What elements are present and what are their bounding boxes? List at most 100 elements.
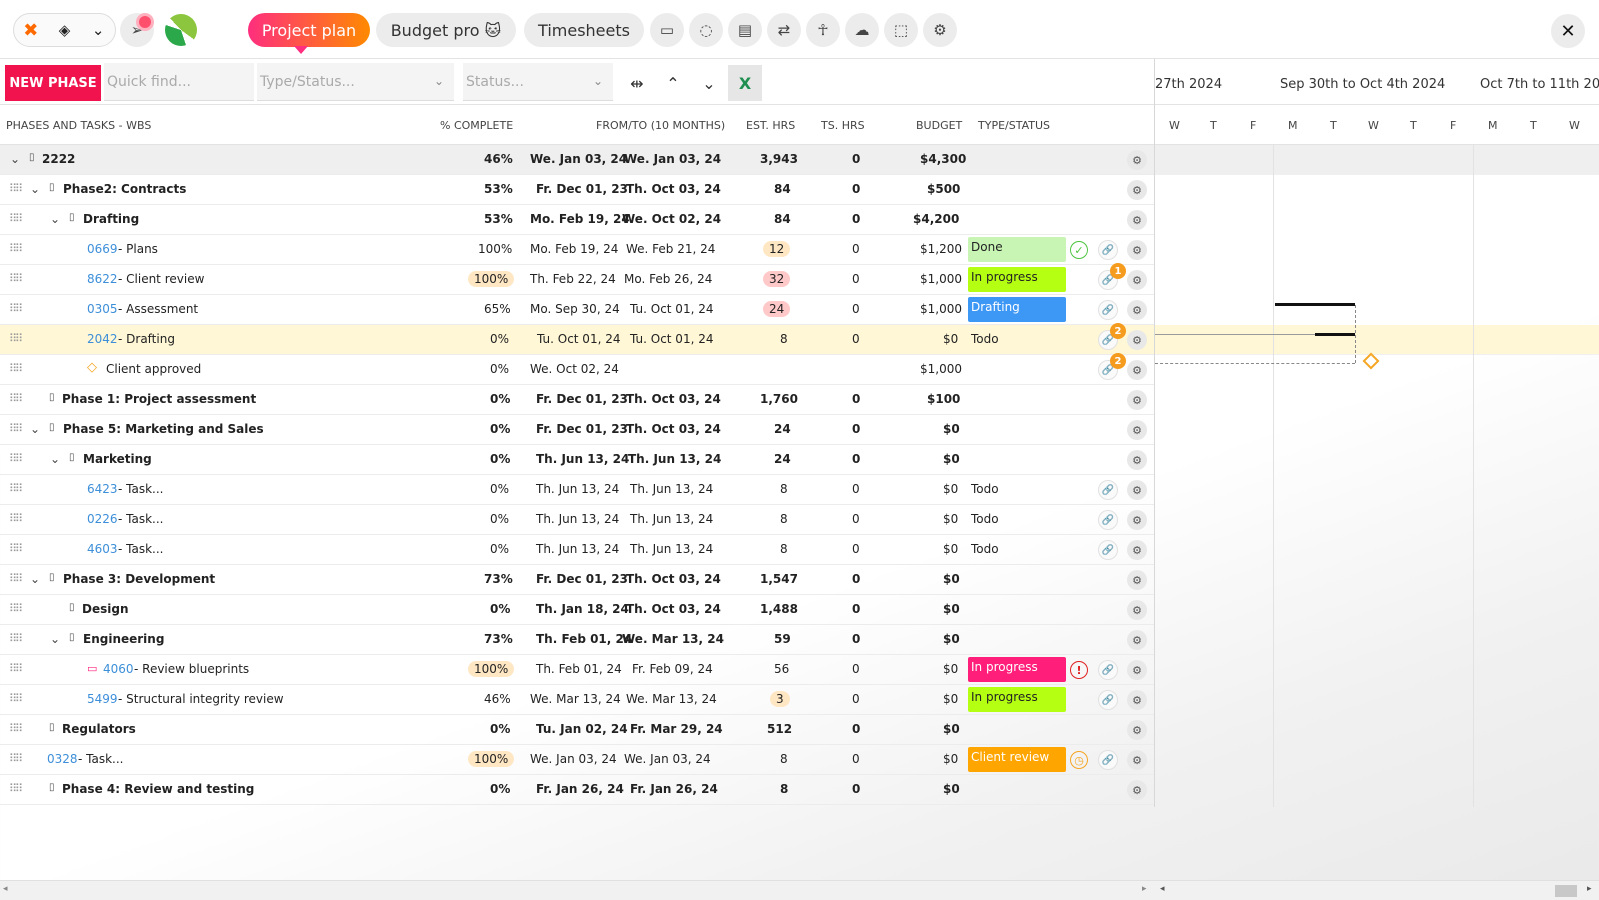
gear-icon[interactable]: ⚙ xyxy=(1127,540,1147,560)
table-row[interactable]: ⠿⠿ 4603 - Task... 0% Th. Jun 13, 24 Th. … xyxy=(0,535,1155,565)
grid-horizontal-scrollbar[interactable]: ◂ ▸ xyxy=(0,880,1155,900)
new-phase-button[interactable]: NEW PHASE xyxy=(5,65,101,101)
drag-handle-icon[interactable]: ⠿⠿ xyxy=(9,752,23,765)
close-button[interactable]: ✕ xyxy=(1551,14,1585,48)
drag-handle-icon[interactable]: ⠿⠿ xyxy=(9,182,23,195)
document-button[interactable]: ▤ xyxy=(728,13,762,47)
drag-handle-icon[interactable]: ⠿⠿ xyxy=(9,602,23,615)
drag-handle-icon[interactable]: ⠿⠿ xyxy=(9,212,23,225)
chevron-down-icon[interactable]: ⌄ xyxy=(50,212,60,226)
drag-handle-icon[interactable]: ⠿⠿ xyxy=(9,482,23,495)
gear-icon[interactable]: ⚙ xyxy=(1127,390,1147,410)
table-row[interactable]: ⠿⠿ ▯ Phase 4: Review and testing 0% Fr. … xyxy=(0,775,1155,805)
gantt-horizontal-scrollbar[interactable]: ◂ ▸ xyxy=(1155,880,1599,900)
notifications-button[interactable]: ➢ xyxy=(120,13,154,47)
col-complete[interactable]: % COMPLETE xyxy=(440,119,513,132)
accessibility-button[interactable]: ☥ xyxy=(806,13,840,47)
table-row[interactable]: ⠿⠿ ▯ Phase 1: Project assessment 0% Fr. … xyxy=(0,385,1155,415)
gear-icon[interactable]: ⚙ xyxy=(1127,690,1147,710)
quick-find-input[interactable]: Quick find... xyxy=(104,63,254,101)
col-est-hrs[interactable]: EST. HRS xyxy=(746,119,795,132)
col-budget[interactable]: BUDGET xyxy=(916,119,962,132)
table-row[interactable]: ⠿⠿ 0328 - Task... 100% We. Jan 03, 24 We… xyxy=(0,745,1155,775)
task-id-link[interactable]: 5499 xyxy=(87,692,118,706)
tab-project-plan[interactable]: Project plan xyxy=(248,13,370,54)
tab-timesheets[interactable]: Timesheets xyxy=(524,13,644,47)
gear-icon[interactable]: ⚙ xyxy=(1127,660,1147,680)
drag-handle-icon[interactable]: ⠿⠿ xyxy=(9,362,23,375)
task-id-link[interactable]: 8622 xyxy=(87,272,118,286)
drag-handle-icon[interactable]: ⠿⠿ xyxy=(9,542,23,555)
task-id-link[interactable]: 2042 xyxy=(87,332,118,346)
table-row[interactable]: ⠿⠿ 0669 - Plans 100% Mo. Feb 19, 24 We. … xyxy=(0,235,1155,265)
app-logo-icon[interactable]: ✖ xyxy=(14,13,48,47)
status-text[interactable]: Todo xyxy=(971,542,999,556)
table-row[interactable]: ⠿⠿ 8622 - Client review 100% Th. Feb 22,… xyxy=(0,263,1155,295)
status-badge[interactable]: Drafting xyxy=(968,297,1066,322)
gear-icon[interactable]: ⚙ xyxy=(1127,600,1147,620)
chevron-down-icon[interactable]: ⌄ xyxy=(81,13,115,47)
status-badge[interactable]: In progress xyxy=(968,657,1066,682)
collapse-columns-button[interactable]: ⇹ xyxy=(620,65,654,101)
gear-icon[interactable]: ⚙ xyxy=(1127,300,1147,320)
gear-icon[interactable]: ⚙ xyxy=(1127,750,1147,770)
layers-icon[interactable]: ◈ xyxy=(48,13,82,47)
scroll-right-icon[interactable]: ▸ xyxy=(1587,884,1592,894)
app-switcher[interactable]: ✖ ◈ ⌄ xyxy=(13,13,116,47)
table-row[interactable]: ⠿⠿ ⌄ ▯ Phase2: Contracts 53% Fr. Dec 01,… xyxy=(0,175,1155,205)
settings-button[interactable]: ⚙ xyxy=(923,13,957,47)
type-status-select[interactable]: Type/Status... ⌄ xyxy=(257,63,454,101)
drag-handle-icon[interactable]: ⠿⠿ xyxy=(9,302,23,315)
col-wbs[interactable]: PHASES AND TASKS - WBS xyxy=(6,119,151,132)
gear-icon[interactable]: ⚙ xyxy=(1127,720,1147,740)
swap-button[interactable]: ⇄ xyxy=(767,13,801,47)
move-down-button[interactable]: ⌄ xyxy=(692,65,726,101)
task-id-link[interactable]: 0305 xyxy=(87,302,118,316)
gear-icon[interactable]: ⚙ xyxy=(1127,240,1147,260)
table-row[interactable]: ⠿⠿ ⌄ ▯ Phase 5: Marketing and Sales 0% F… xyxy=(0,415,1155,445)
table-row[interactable]: ⠿⠿ ▯ Design 0% Th. Jan 18, 24 Th. Oct 03… xyxy=(0,595,1155,625)
status-badge[interactable]: Done xyxy=(968,237,1066,262)
scroll-left-icon[interactable]: ◂ xyxy=(3,884,8,894)
chevron-down-icon[interactable]: ⌄ xyxy=(30,182,40,196)
gear-icon[interactable]: ⚙ xyxy=(1127,180,1147,200)
gear-icon[interactable]: ⚙ xyxy=(1127,210,1147,230)
gantt-bar[interactable] xyxy=(1275,303,1355,306)
drag-handle-icon[interactable]: ⠿⠿ xyxy=(9,782,23,795)
move-up-button[interactable]: ⌃ xyxy=(656,65,690,101)
table-row[interactable]: ⠿⠿ ⌄ ▯ Drafting 53% Mo. Feb 19, 24 We. O… xyxy=(0,205,1155,235)
status-select[interactable]: Status... ⌄ xyxy=(463,63,613,101)
gantt-bar[interactable] xyxy=(1315,333,1355,336)
chevron-down-icon[interactable]: ⌄ xyxy=(30,422,40,436)
status-text[interactable]: Todo xyxy=(971,332,999,346)
tab-budget-pro[interactable]: Budget pro 🐱 xyxy=(376,13,516,47)
col-type-status[interactable]: TYPE/STATUS xyxy=(978,119,1050,132)
scroll-left-icon[interactable]: ◂ xyxy=(1160,884,1165,894)
drag-handle-icon[interactable]: ⠿⠿ xyxy=(9,512,23,525)
table-row[interactable]: ⠿⠿ ⌄ ▯ Phase 3: Development 73% Fr. Dec … xyxy=(0,565,1155,595)
col-from-to[interactable]: FROM/TO (10 MONTHS) xyxy=(596,119,725,132)
link-icon[interactable]: 🔗 xyxy=(1098,540,1118,560)
status-text[interactable]: Todo xyxy=(971,512,999,526)
gear-icon[interactable]: ⚙ xyxy=(1127,360,1147,380)
drag-handle-icon[interactable]: ⠿⠿ xyxy=(9,332,23,345)
task-id-link[interactable]: 0669 xyxy=(87,242,118,256)
chevron-down-icon[interactable]: ⌄ xyxy=(50,452,60,466)
link-icon[interactable]: 🔗 xyxy=(1098,750,1118,770)
comments-button[interactable]: ◌ xyxy=(689,13,723,47)
link-icon[interactable]: 🔗 xyxy=(1098,660,1118,680)
chevron-down-icon[interactable]: ⌄ xyxy=(30,572,40,586)
gear-icon[interactable]: ⚙ xyxy=(1127,510,1147,530)
status-text[interactable]: Todo xyxy=(971,482,999,496)
task-id-link[interactable]: 6423 xyxy=(87,482,118,496)
gear-icon[interactable]: ⚙ xyxy=(1127,420,1147,440)
chevron-down-icon[interactable]: ⌄ xyxy=(50,632,60,646)
link-icon[interactable]: 🔗 xyxy=(1098,240,1118,260)
chat-button[interactable]: ▭ xyxy=(650,13,684,47)
drag-handle-icon[interactable]: ⠿⠿ xyxy=(9,272,23,285)
drag-handle-icon[interactable]: ⠿⠿ xyxy=(9,722,23,735)
table-row[interactable]: ⠿⠿ 5499 - Structural integrity review 46… xyxy=(0,685,1155,715)
status-badge[interactable]: In progress xyxy=(968,687,1066,712)
link-icon[interactable]: 🔗 xyxy=(1098,480,1118,500)
chevron-down-icon[interactable]: ⌄ xyxy=(10,152,20,166)
